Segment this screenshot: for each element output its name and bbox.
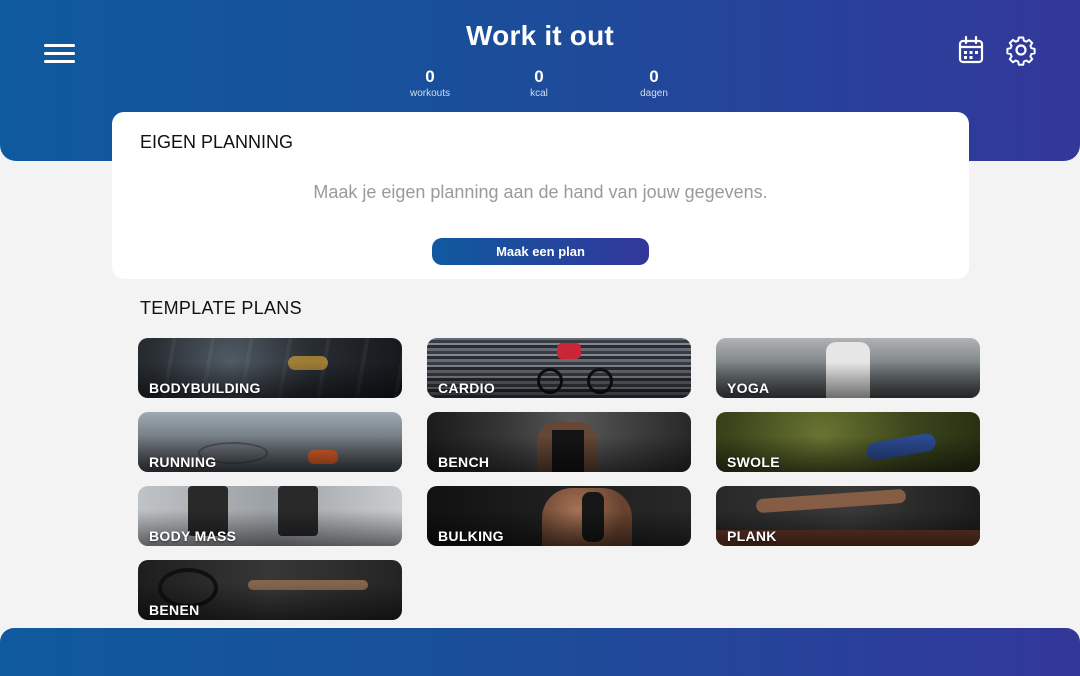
stat-workouts-value: 0 [425,67,435,86]
stat-dagen: 0 dagen [614,66,694,100]
template-tile-yoga[interactable]: YOGA [716,338,980,398]
own-planning-title: EIGEN PLANNING [140,132,294,152]
stat-kcal-label: kcal [530,88,548,99]
stat-kcal-value: 0 [534,67,544,86]
make-plan-button[interactable]: Maak een plan [432,238,649,265]
template-label: BODY MASS [149,528,237,544]
template-label: BODYBUILDING [149,380,261,396]
stat-workouts: 0 workouts [390,66,470,100]
template-label: YOGA [727,380,770,396]
own-planning-card: EIGEN PLANNING Maak je eigen planning aa… [112,112,969,279]
stat-dagen-value: 0 [649,67,659,86]
template-label: BENEN [149,602,200,618]
stat-dagen-label: dagen [640,88,668,99]
template-label: SWOLE [727,454,780,470]
template-tile-swole[interactable]: SWOLE [716,412,980,472]
stat-kcal: 0 kcal [499,66,579,100]
template-label: BULKING [438,528,504,544]
template-label: CARDIO [438,380,496,396]
gear-icon[interactable] [1005,34,1036,66]
template-label: RUNNING [149,454,217,470]
template-label: BENCH [438,454,490,470]
bottom-bar [0,628,1080,676]
template-tile-bodybuilding[interactable]: BODYBUILDING [138,338,402,398]
template-tile-benen[interactable]: BENEN [138,560,402,620]
template-tile-bulking[interactable]: BULKING [427,486,691,546]
template-tile-cardio[interactable]: CARDIO [427,338,691,398]
app-title: Work it out [466,20,614,51]
template-tile-running[interactable]: RUNNING [138,412,402,472]
own-planning-description: Maak je eigen planning aan de hand van j… [313,182,768,202]
template-label: PLANK [727,528,777,544]
template-plans-title: TEMPLATE PLANS [140,298,302,318]
template-tile-bench[interactable]: BENCH [427,412,691,472]
template-tile-body-mass[interactable]: BODY MASS [138,486,402,546]
template-tile-plank[interactable]: PLANK [716,486,980,546]
calendar-icon[interactable] [956,34,986,66]
stat-workouts-label: workouts [409,88,450,99]
